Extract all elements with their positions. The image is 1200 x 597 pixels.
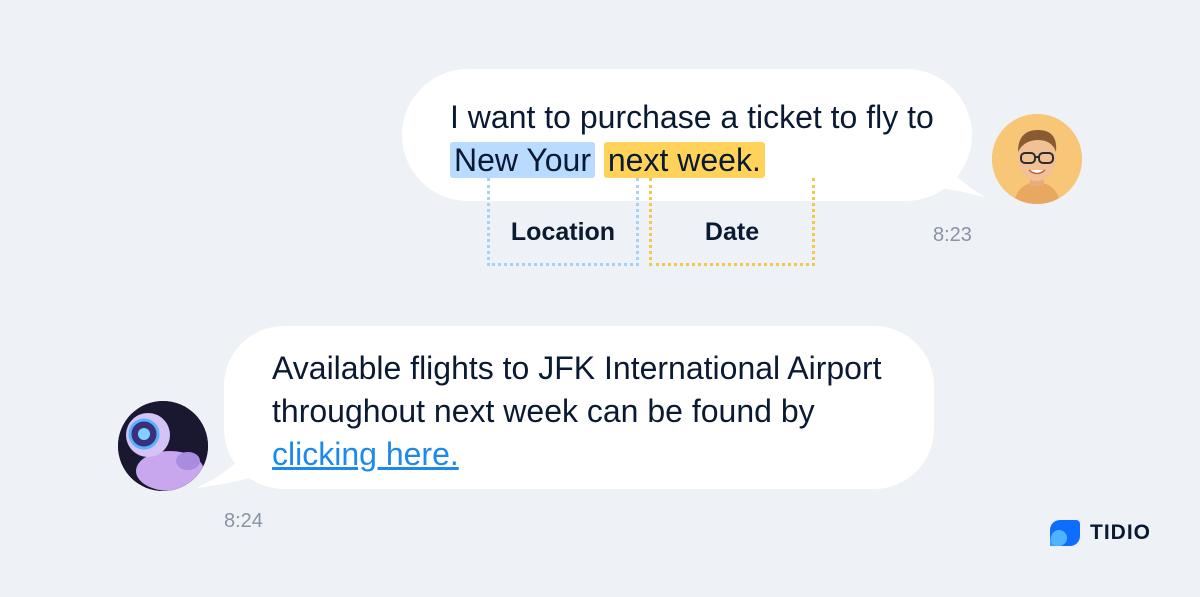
user-message-timestamp: 8:23 [933, 224, 972, 246]
user-avatar [992, 114, 1082, 204]
bot-message-text: Available flights to JFK International A… [272, 347, 912, 476]
tidio-logo-icon [1050, 520, 1080, 546]
date-entity-label: Date [704, 218, 760, 246]
user-message-plain: I want to purchase a ticket to fly to [450, 99, 934, 135]
location-entity-box: Location [487, 178, 639, 266]
clicking-here-link[interactable]: clicking here. [272, 436, 459, 472]
location-entity-label: Location [510, 218, 616, 246]
robot-icon [118, 401, 208, 491]
user-avatar-icon [992, 114, 1082, 204]
bot-avatar [118, 401, 208, 491]
tidio-brand: TIDIO [1048, 516, 1151, 550]
location-highlight: New Your [450, 142, 595, 178]
date-highlight: next week. [603, 142, 765, 178]
bot-message-plain: Available flights to JFK International A… [272, 350, 882, 429]
user-message-text: I want to purchase a ticket to fly to Ne… [450, 96, 970, 182]
bot-message-timestamp: 8:24 [224, 510, 263, 532]
date-entity-box: Date [649, 178, 815, 266]
brand-name: TIDIO [1090, 521, 1151, 544]
